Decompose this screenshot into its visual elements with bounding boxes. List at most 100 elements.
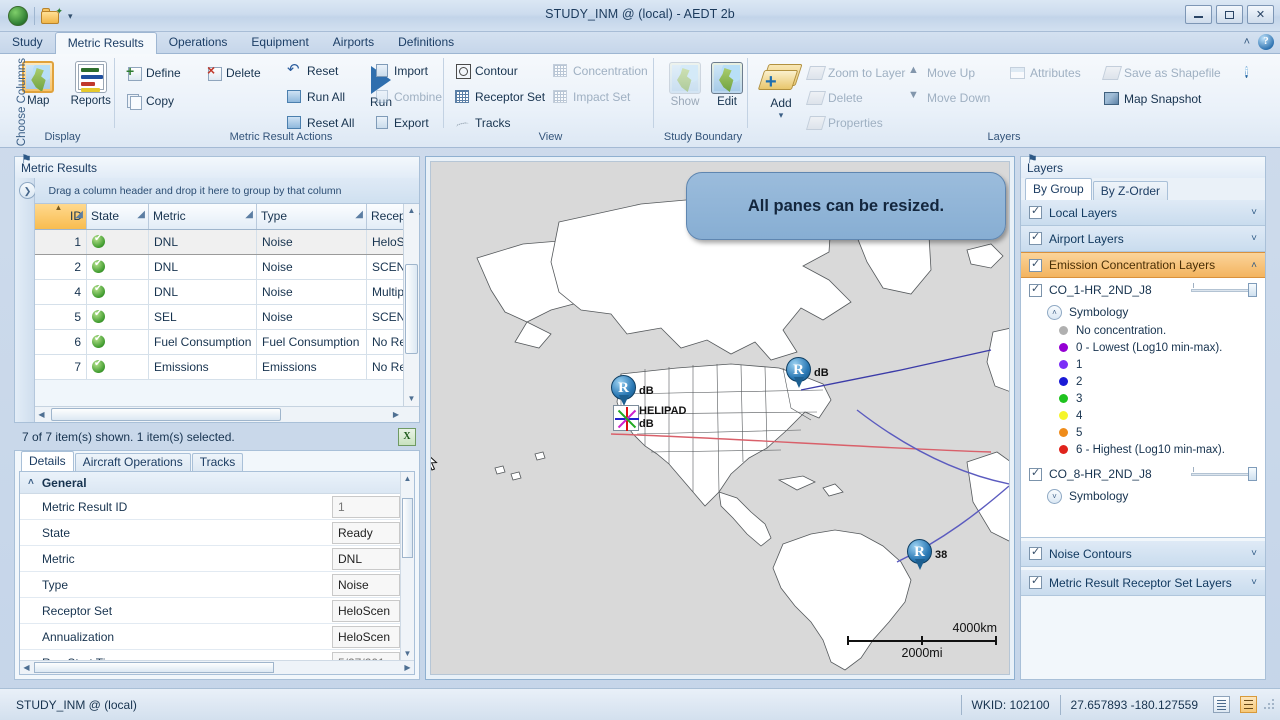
checkbox-local-layers[interactable] [1029,204,1042,219]
opacity-slider-co-1hr[interactable] [1191,283,1257,297]
resize-grip[interactable] [1262,697,1276,712]
chevron-down-icon[interactable]: ˅ [1047,488,1062,504]
chevron-up-icon[interactable]: ˄ [1047,304,1062,320]
details-row[interactable]: Receptor Set HeloScen [20,598,414,624]
scroll-thumb[interactable] [402,498,413,558]
column-header-metric[interactable]: Metric ◢ [148,204,257,230]
scroll-left-icon[interactable]: ◀ [20,661,33,674]
map-canvas[interactable]: All panes can be resized. R dB R dB R 38… [430,161,1010,675]
contour-button[interactable]: Contour [455,60,545,82]
details-value[interactable]: DNL [332,547,400,570]
scroll-thumb-h[interactable] [34,662,274,673]
help-icon[interactable]: ? [1258,34,1274,50]
column-header-id[interactable]: ▲ ID ◢ [34,203,87,230]
layer-item-co-8hr[interactable]: CO_8-HR_2ND_J8 [1021,462,1265,486]
details-row[interactable]: Metric Result ID 1 [20,494,414,520]
checkbox-layer-co-1hr[interactable] [1029,282,1042,297]
scroll-up-icon[interactable]: ▲ [401,472,414,485]
table-row[interactable]: 2 DNL Noise SCEN_ [34,254,419,280]
details-row[interactable]: Metric DNL [20,546,414,572]
receptor-pin-west[interactable]: R [611,375,637,407]
layer-group-metric-result-receptor-set-layers[interactable]: Metric Result Receptor Set Layers ˅ [1021,570,1265,596]
details-group-general[interactable]: ˄ General [20,472,414,494]
tab-airports[interactable]: Airports [321,32,386,54]
table-row[interactable]: 6 Fuel Consumption Fuel Consumption No R… [34,329,419,355]
tab-details[interactable]: Details [21,451,74,471]
choose-columns-tab[interactable]: ❯ Choose Columns [15,58,36,422]
export-excel-icon[interactable]: X [398,428,416,446]
layer-group-airport-layers[interactable]: Airport Layers ˅ [1021,226,1265,252]
checkbox-airport-layers[interactable] [1029,230,1042,245]
display-reports-button[interactable]: Reports [67,59,116,107]
receptor-set-button[interactable]: Receptor Set [455,86,545,108]
chevron-down-icon[interactable]: ˅ [1251,233,1257,244]
define-button[interactable]: Define [126,62,181,84]
layer-group-local-layers[interactable]: Local Layers ˅ [1021,200,1265,226]
details-value[interactable]: HeloScen [332,599,400,622]
map-snapshot-button[interactable]: Map Snapshot [1104,88,1221,110]
column-header-type[interactable]: Type ◢ [256,204,367,230]
receptor-pin-south[interactable]: R [907,539,933,571]
pin-icon[interactable]: ⚑ [21,152,47,184]
checkbox-emission-concentration-layers[interactable] [1029,257,1042,272]
column-header-state[interactable]: State ◢ [86,204,149,230]
details-row[interactable]: Annualization HeloScen [20,624,414,650]
scroll-thumb[interactable] [405,264,418,354]
chevron-down-icon[interactable]: ˅ [1251,548,1257,559]
grid-vertical-scrollbar[interactable]: ▲ ▼ [403,204,419,406]
details-value[interactable]: Noise [332,573,400,596]
layer-group-noise-contours[interactable]: Noise Contours ˅ [1021,541,1265,567]
delete-button[interactable]: Delete [206,62,261,84]
table-row[interactable]: 5 SEL Noise SCENA [34,304,419,330]
add-layer-button[interactable]: + Add ▾ [757,60,804,121]
tab-equipment[interactable]: Equipment [239,32,320,54]
symbology-toggle-co-8hr[interactable]: ˅ Symbology [1021,486,1265,506]
reset-button[interactable]: Reset [287,60,354,82]
scroll-down-icon[interactable]: ▼ [404,392,419,406]
layer-group-emission-concentration-layers[interactable]: Emission Concentration Layers ˄ [1021,252,1265,278]
details-row[interactable]: Type Noise [20,572,414,598]
filter-icon-metric[interactable]: ◢ [245,209,253,220]
scroll-down-icon[interactable]: ▼ [401,647,414,660]
collapse-ribbon-icon[interactable]: ˄ [1244,36,1250,48]
table-row[interactable]: 1 DNL Noise HeloSc [34,228,419,255]
checkbox-noise-contours[interactable] [1029,545,1042,560]
tab-metric-results[interactable]: Metric Results [54,32,157,55]
filter-icon-id[interactable]: ◢ [75,209,83,220]
filter-icon-type[interactable]: ◢ [355,209,363,220]
tab-tracks[interactable]: Tracks [191,453,244,471]
table-row[interactable]: 7 Emissions Emissions No Rec [34,354,419,380]
details-row[interactable]: State Ready [20,520,414,546]
checkbox-layer-co-8hr[interactable] [1029,466,1042,481]
tab-operations[interactable]: Operations [157,32,240,54]
collapse-caret-icon[interactable]: ˄ [28,477,34,488]
pin-icon[interactable]: ⚑ [1027,152,1053,184]
details-value[interactable]: 1 [332,495,400,518]
scroll-right-icon[interactable]: ▶ [389,407,403,422]
study-boundary-edit-button[interactable]: Edit [708,60,746,108]
tab-study[interactable]: Study [0,32,55,54]
tab-definitions[interactable]: Definitions [386,32,466,54]
layers-info-icon[interactable]: i [1244,66,1248,78]
filter-icon-state[interactable]: ◢ [137,209,145,220]
chevron-down-icon[interactable]: ˅ [1251,577,1257,588]
opacity-slider-co-8hr[interactable] [1191,467,1257,481]
helipad-marker[interactable] [613,405,639,431]
scroll-thumb-h[interactable] [50,408,281,421]
symbology-toggle-co-1hr[interactable]: ˄ Symbology [1021,302,1265,322]
table-row[interactable]: 4 DNL Noise Multipl [34,279,419,305]
chevron-down-icon[interactable]: ˅ [1251,207,1257,218]
tab-by-z-order[interactable]: By Z-Order [1092,181,1169,200]
layer-item-co-1hr[interactable]: CO_1-HR_2ND_J8 [1021,278,1265,302]
grid-horizontal-scrollbar[interactable]: ◀ ▶ [34,406,419,422]
details-horizontal-scrollbar[interactable]: ◀ ▶ [20,660,414,674]
receptor-pin-east[interactable]: R [786,357,812,389]
group-by-drop-area[interactable]: Drag a column header and drop it here to… [34,178,419,204]
details-value[interactable]: Ready [332,521,400,544]
copy-button[interactable]: Copy [126,90,181,112]
details-vertical-scrollbar[interactable]: ▲ ▼ [400,472,414,674]
legend-toggle-icon[interactable] [1213,696,1230,713]
maximize-button[interactable] [1216,5,1243,24]
run-all-button[interactable]: Run All [287,86,354,108]
map-snapshot-toggle-icon[interactable] [1240,696,1257,713]
